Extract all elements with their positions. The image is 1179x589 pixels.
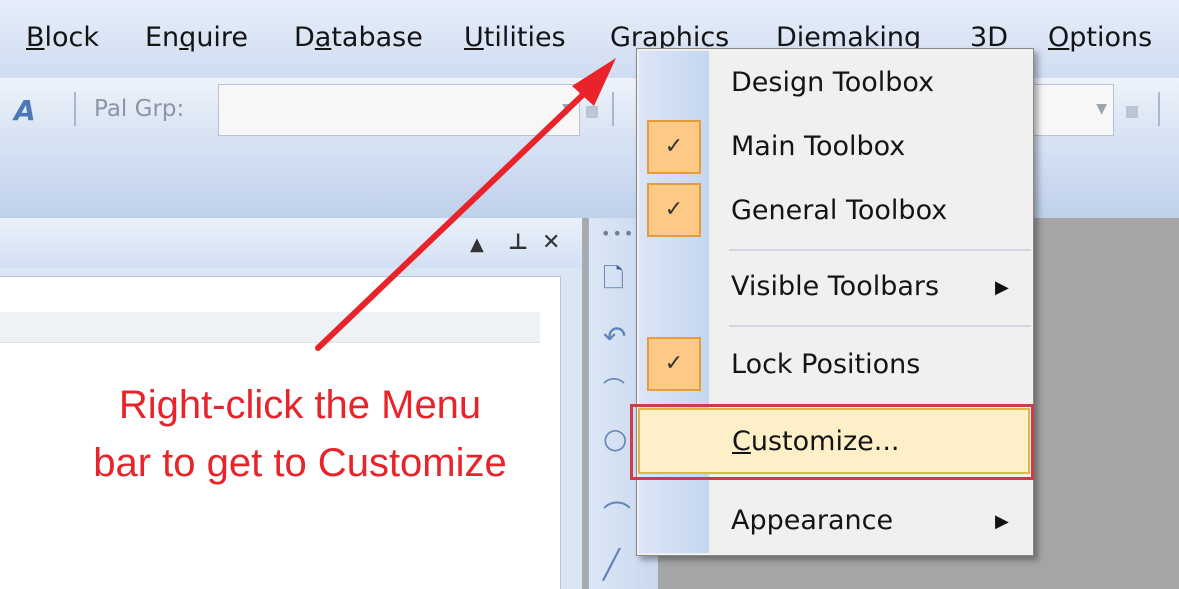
menu-label: D: [294, 22, 315, 53]
arc-tool-icon[interactable]: ⌒: [603, 494, 631, 534]
menu-mnemonic: B: [26, 22, 45, 53]
chevron-down-icon[interactable]: ▼: [562, 101, 573, 117]
pane-menu-arrow-icon[interactable]: ▲: [470, 234, 484, 255]
zoom-icon[interactable]: ○: [603, 422, 627, 455]
pane-row: [0, 312, 540, 343]
toolbar-square-icon[interactable]: [586, 106, 598, 118]
menu-label: En: [145, 22, 180, 53]
menu-item-label: Design Toolbox: [731, 67, 935, 98]
pal-grp-label: Pal Grp:: [94, 96, 185, 122]
menu-mnemonic: U: [464, 22, 484, 53]
font-style-icon[interactable]: A: [14, 94, 36, 127]
toolbar-separator: [1158, 92, 1160, 126]
submenu-arrow-icon: ▶: [995, 277, 1009, 298]
menu-item-label: Appearance: [731, 505, 894, 536]
menu-mnemonic: O: [1048, 22, 1070, 53]
toolbar-separator: [612, 92, 614, 126]
close-icon[interactable]: ✕: [542, 230, 560, 255]
pal-grp-combo[interactable]: ▼: [218, 84, 580, 136]
menu-mnemonic: a: [314, 22, 332, 53]
application-window: Block Enquire Database Utilities Graphic…: [0, 0, 1179, 589]
document-icon[interactable]: 🗋: [603, 260, 624, 304]
annotation-text: Right-click the Menu bar to get to Custo…: [20, 376, 580, 492]
menu-separator: [729, 249, 1031, 251]
menu-utilities[interactable]: Utilities: [464, 22, 566, 53]
menu-options[interactable]: Options: [1048, 22, 1152, 53]
submenu-arrow-icon: ▶: [995, 511, 1009, 532]
toolbar-separator: [74, 92, 76, 126]
pin-icon[interactable]: ⊥: [508, 230, 528, 255]
curve-tool-icon[interactable]: ⌒: [603, 372, 625, 404]
callout-highlight-box: [630, 404, 1034, 480]
annotation-line-1: Right-click the Menu: [118, 383, 482, 427]
pane-header: ▲ ⊥ ✕: [0, 218, 582, 268]
annotation-line-2: bar to get to Customize: [93, 441, 507, 485]
menu-label: uire: [196, 22, 249, 53]
menu-enquire[interactable]: Enquire: [145, 22, 248, 53]
menu-block[interactable]: Block: [26, 22, 99, 53]
menu-mnemonic: q: [179, 22, 197, 53]
menu-database[interactable]: Database: [294, 22, 423, 53]
menu-label: lock: [44, 22, 100, 53]
menu-item-label: Main Toolbox: [731, 131, 906, 162]
chevron-down-icon[interactable]: ▼: [1096, 101, 1107, 117]
checkmark-icon: ✓: [647, 120, 701, 174]
menu-separator: [729, 325, 1031, 327]
menu-item-label: Lock Positions: [731, 349, 921, 380]
menu-item-label: General Toolbox: [731, 195, 948, 226]
checkmark-icon: ✓: [647, 183, 701, 237]
checkmark-icon: ✓: [647, 337, 701, 391]
menu-label: tabase: [331, 22, 423, 53]
second-combo[interactable]: ▼: [1030, 84, 1114, 136]
line-tool-icon[interactable]: ╱: [603, 548, 620, 581]
menu-item-label: Visible Toolbars: [731, 271, 940, 302]
toolbar-square-icon[interactable]: [1126, 106, 1138, 118]
menu-label: ptions: [1069, 22, 1153, 53]
undo-icon[interactable]: ↶: [603, 320, 626, 353]
menu-label: tilities: [483, 22, 566, 53]
